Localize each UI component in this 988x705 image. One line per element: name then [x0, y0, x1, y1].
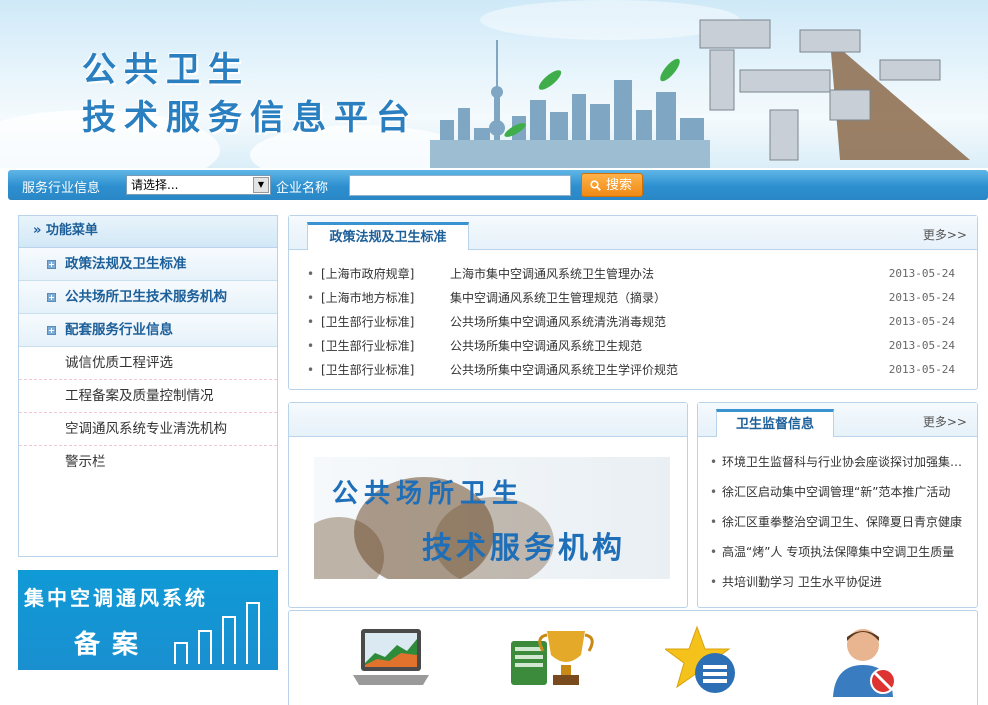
policy-more-link[interactable]: 更多>>	[923, 226, 967, 243]
user-block-icon[interactable]	[827, 625, 907, 697]
menu-category-service-agencies[interactable]: 公共场所卫生技术服务机构	[19, 281, 277, 314]
list-item[interactable]: [卫生部行业标准]公共场所集中空调通风系统清洗消毒规范2013-05-24	[307, 310, 967, 334]
supervision-panel: 卫生监督信息 更多>> 环境卫生监督科与行业协会座谈探讨加强集中空… 徐汇区启动…	[697, 402, 978, 608]
policy-list: [上海市政府规章]上海市集中空调通风系统卫生管理办法2013-05-24 [上海…	[307, 262, 967, 382]
list-item[interactable]: 共培训勤学习 卫生水平协促进	[706, 567, 971, 597]
menu-category-label: 公共场所卫生技术服务机构	[65, 289, 227, 305]
company-name-label: 企业名称	[276, 181, 329, 196]
filing-banner-link[interactable]: 集中空调通风系统 备案	[18, 570, 278, 670]
air-duct-illustration	[699, 19, 970, 161]
search-button[interactable]: 搜索	[581, 173, 643, 197]
quick-links-panel	[288, 610, 978, 705]
search-button-label: 搜索	[606, 178, 633, 193]
industry-select[interactable]: 请选择... ▼	[126, 175, 271, 195]
city-skyline-illustration	[430, 40, 710, 168]
menu-item-filing-quality[interactable]: 工程备案及质量控制情况	[19, 380, 277, 413]
industry-select-value: 请选择...	[131, 178, 179, 192]
bar-graphic	[222, 616, 236, 664]
service-agency-banner[interactable]: 公共场所卫生 技术服务机构	[314, 457, 670, 579]
service-agency-promo-panel: 公共场所卫生 技术服务机构	[288, 402, 688, 608]
trophy-icon[interactable]	[507, 625, 597, 695]
supervision-more-link[interactable]: 更多>>	[923, 413, 967, 430]
list-item[interactable]: 环境卫生监督科与行业协会座谈探讨加强集中空…	[706, 447, 971, 477]
list-item[interactable]: 徐汇区重拳整治空调卫生、保障夏日青京健康	[706, 507, 971, 537]
tab-policy[interactable]: 政策法规及卫生标准	[307, 222, 469, 250]
header-banner: 公共卫生 技术服务信息平台	[0, 0, 988, 168]
menu-category-policy[interactable]: 政策法规及卫生标准	[19, 248, 277, 281]
list-item[interactable]: [上海市地方标准]集中空调通风系统卫生管理规范（摘录）2013-05-24	[307, 286, 967, 310]
list-item[interactable]: 徐汇区启动集中空调管理“新”范本推广活动	[706, 477, 971, 507]
menu-category-label: 配套服务行业信息	[65, 322, 173, 338]
menu-item-quality-selection[interactable]: 诚信优质工程评选	[19, 347, 277, 380]
policy-panel: 政策法规及卫生标准 更多>> [上海市政府规章]上海市集中空调通风系统卫生管理办…	[288, 215, 978, 390]
menu-item-warnings[interactable]: 警示栏	[19, 446, 277, 479]
bar-graphic	[174, 642, 188, 664]
star-list-icon[interactable]	[665, 625, 745, 697]
tab-supervision[interactable]: 卫生监督信息	[716, 409, 834, 437]
company-name-input[interactable]	[349, 175, 571, 196]
bar-graphic	[198, 630, 212, 664]
promo-line1: 公共场所卫生	[332, 479, 525, 509]
list-item[interactable]: [卫生部行业标准]公共场所集中空调通风系统卫生学评价规范2013-05-24	[307, 358, 967, 382]
list-item[interactable]: 高温“烤”人 专项执法保障集中空调卫生质量	[706, 537, 971, 567]
site-title-line1: 公共卫生	[82, 50, 250, 90]
filing-banner-line1: 集中空调通风系统	[24, 586, 208, 610]
plus-icon	[47, 260, 56, 269]
function-menu: » 功能菜单 政策法规及卫生标准 公共场所卫生技术服务机构 配套服务行业信息 诚…	[18, 215, 278, 557]
menu-header: » 功能菜单	[19, 216, 277, 248]
search-bar: 服务行业信息 请选择... ▼ 企业名称 搜索	[8, 170, 988, 200]
search-icon	[590, 180, 601, 191]
industry-label: 服务行业信息	[22, 181, 101, 196]
filing-banner-line2: 备案	[74, 630, 151, 660]
menu-category-label: 政策法规及卫生标准	[65, 256, 187, 272]
plus-icon	[47, 293, 56, 302]
list-item[interactable]: [卫生部行业标准]公共场所集中空调通风系统卫生规范2013-05-24	[307, 334, 967, 358]
supervision-list: 环境卫生监督科与行业协会座谈探讨加强集中空… 徐汇区启动集中空调管理“新”范本推…	[706, 447, 971, 597]
plus-icon	[47, 326, 56, 335]
chevron-down-icon[interactable]: ▼	[253, 177, 269, 193]
laptop-chart-icon[interactable]	[351, 625, 431, 695]
promo-line2: 技术服务机构	[422, 531, 626, 566]
menu-item-cleaning-agencies[interactable]: 空调通风系统专业清洗机构	[19, 413, 277, 446]
bar-graphic	[246, 602, 260, 664]
menu-category-support-industry[interactable]: 配套服务行业信息	[19, 314, 277, 347]
site-title-line2: 技术服务信息平台	[82, 98, 418, 138]
panel-header	[289, 403, 687, 437]
list-item[interactable]: [上海市政府规章]上海市集中空调通风系统卫生管理办法2013-05-24	[307, 262, 967, 286]
